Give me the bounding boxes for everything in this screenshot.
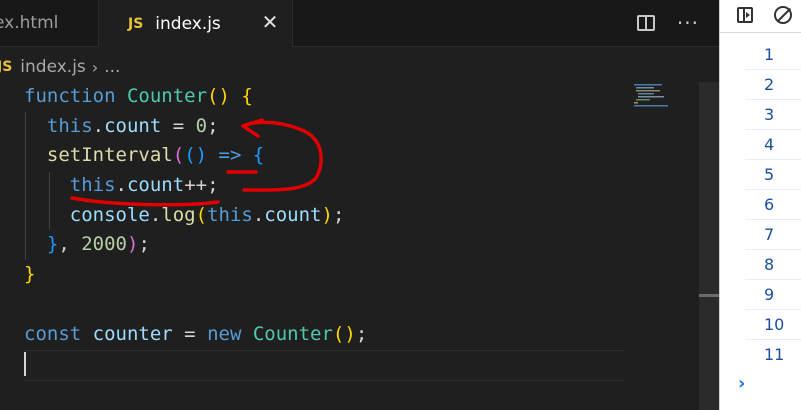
code-line-9: const counter = new Counter(); — [24, 322, 368, 345]
tab-label: index.js — [155, 13, 221, 34]
console-log-row: 8 — [745, 250, 801, 280]
current-line-highlight — [24, 350, 624, 381]
editor-actions: ··· — [636, 0, 719, 46]
console-log-row: 9 — [745, 280, 801, 310]
code-line-1: function Counter() { — [24, 85, 253, 107]
console-panel[interactable]: 1 2 3 4 5 6 7 8 9 10 11 › — [719, 0, 801, 410]
breadcrumb-symbol[interactable]: ... — [104, 57, 120, 77]
console-toolbar — [720, 0, 801, 33]
console-log-row: 10 — [745, 310, 801, 340]
code-line-4: this.count++; — [69, 174, 219, 197]
vertical-scrollbar[interactable] — [699, 82, 719, 410]
breadcrumb-file[interactable]: index.js — [20, 57, 86, 77]
code-line-3: setInterval(() => { — [46, 144, 265, 167]
console-log-row: 7 — [745, 220, 801, 250]
tab-html[interactable]: ex.html — [0, 0, 99, 46]
code-line-5: console.log(this.count); — [69, 203, 345, 226]
breadcrumb: JS index.js › ... — [0, 52, 120, 82]
console-prompt-icon[interactable]: › — [738, 373, 745, 394]
code-line-6: }, 2000); — [46, 233, 150, 256]
console-log-row: 5 — [745, 160, 801, 190]
console-log-row: 6 — [745, 190, 801, 220]
console-log-row: 3 — [745, 100, 801, 130]
code-lines[interactable]: function Counter() { this.count = 0; set… — [24, 82, 367, 349]
tab-index-js[interactable]: JS index.js ✕ — [99, 0, 293, 47]
tab-bar: ex.html JS index.js ✕ ··· — [0, 0, 719, 47]
code-editor[interactable]: ex.html JS index.js ✕ ··· JS index.js › … — [0, 0, 719, 410]
clear-console-icon[interactable] — [774, 6, 792, 24]
console-log-row: 4 — [745, 130, 801, 160]
chevron-right-icon: › — [91, 57, 99, 77]
js-file-icon: JS — [128, 15, 144, 32]
js-file-icon: JS — [0, 59, 13, 75]
minimap[interactable] — [632, 82, 676, 112]
scrollbar-cursor-marker — [699, 294, 719, 297]
split-editor-icon[interactable] — [636, 15, 655, 31]
more-actions-icon[interactable]: ··· — [677, 11, 699, 35]
console-log-row: 2 — [745, 70, 801, 100]
tab-label: ex.html — [0, 13, 59, 33]
code-line-7: } — [24, 263, 36, 286]
close-icon[interactable]: ✕ — [259, 11, 281, 33]
console-log-row: 11 — [764, 345, 785, 364]
console-log-row: 1 — [745, 40, 801, 70]
code-line-2: this.count = 0; — [46, 114, 219, 137]
text-cursor — [24, 352, 26, 376]
show-sidebar-icon[interactable] — [737, 7, 753, 23]
